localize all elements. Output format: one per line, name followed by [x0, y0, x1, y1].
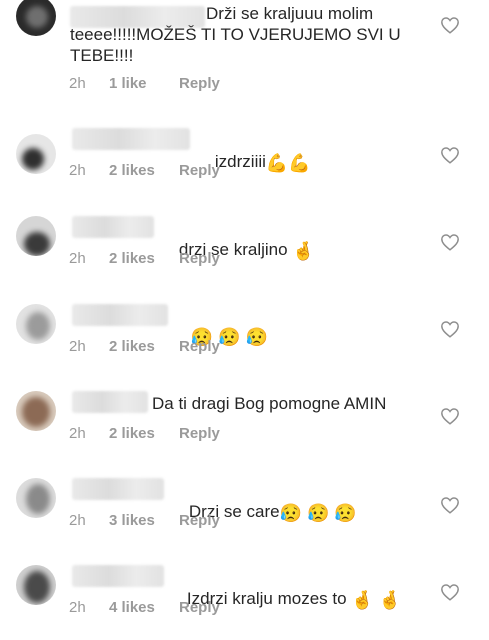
reply-button[interactable]: Reply: [179, 338, 220, 355]
comment-timestamp: 2h: [69, 425, 86, 442]
comment-timestamp: 2h: [69, 599, 86, 616]
username-blurred[interactable]: [72, 128, 190, 150]
username-blurred[interactable]: [72, 304, 168, 326]
heart-icon[interactable]: [440, 496, 460, 514]
heart-icon[interactable]: [440, 233, 460, 251]
reply-button[interactable]: Reply: [179, 75, 220, 92]
comment-text: Drži se kraljuuu molim teeee!!!!!MOŽEŠ T…: [70, 4, 406, 65]
avatar[interactable]: [16, 565, 56, 605]
avatar[interactable]: [16, 304, 56, 344]
likes-count[interactable]: 2 likes: [109, 338, 179, 355]
heart-icon[interactable]: [440, 407, 460, 425]
heart-icon[interactable]: [440, 583, 460, 601]
likes-count[interactable]: 4 likes: [109, 599, 179, 616]
likes-count[interactable]: 2 likes: [109, 162, 179, 179]
likes-count[interactable]: 3 likes: [109, 512, 179, 529]
username-blurred[interactable]: [72, 391, 148, 413]
reply-button[interactable]: Reply: [179, 599, 220, 616]
heart-icon[interactable]: [440, 146, 460, 164]
comment-text-body: izdrziiii: [214, 152, 266, 171]
heart-icon[interactable]: [440, 16, 460, 34]
comment-timestamp: 2h: [69, 512, 86, 529]
username-blurred[interactable]: [72, 565, 164, 587]
comment-meta: 2h 2 likes Reply: [69, 425, 220, 442]
comment-meta: 2h 2 likes Reply: [69, 250, 220, 267]
reply-button[interactable]: Reply: [179, 425, 220, 442]
comment-timestamp: 2h: [69, 162, 86, 179]
comment-meta: 2h 2 likes Reply: [69, 338, 220, 355]
username-blurred[interactable]: [72, 478, 164, 500]
flexed-biceps-emoji: 💪💪: [265, 153, 311, 173]
crossed-fingers-emoji: 🤞 🤞: [351, 590, 402, 610]
comment-text: 😥 😥 😥: [172, 304, 268, 367]
crossed-fingers-emoji: 🤞: [292, 241, 315, 261]
comment-meta: 2h 1 like Reply: [69, 75, 220, 92]
comment-meta: 2h 4 likes Reply: [69, 599, 220, 616]
likes-count[interactable]: 1 like: [109, 75, 179, 92]
heart-icon[interactable]: [440, 320, 460, 338]
likes-count[interactable]: 2 likes: [109, 425, 179, 442]
comment-timestamp: 2h: [69, 250, 86, 267]
comment-meta: 2h 2 likes Reply: [69, 162, 220, 179]
reply-button[interactable]: Reply: [179, 512, 220, 529]
username-blurred[interactable]: [72, 216, 154, 238]
comment-timestamp: 2h: [69, 338, 86, 355]
avatar[interactable]: [16, 216, 56, 256]
sad-face-emoji: 😥 😥 😥: [279, 503, 357, 523]
reply-button[interactable]: Reply: [179, 162, 220, 179]
avatar[interactable]: [16, 478, 56, 518]
comment-timestamp: 2h: [69, 75, 86, 92]
likes-count[interactable]: 2 likes: [109, 250, 179, 267]
avatar[interactable]: [16, 0, 56, 36]
comment-meta: 2h 3 likes Reply: [69, 512, 220, 529]
avatar[interactable]: [16, 391, 56, 431]
comment-text: Da ti dragi Bog pomogne AMIN: [152, 394, 387, 413]
reply-button[interactable]: Reply: [179, 250, 220, 267]
avatar[interactable]: [16, 134, 56, 174]
